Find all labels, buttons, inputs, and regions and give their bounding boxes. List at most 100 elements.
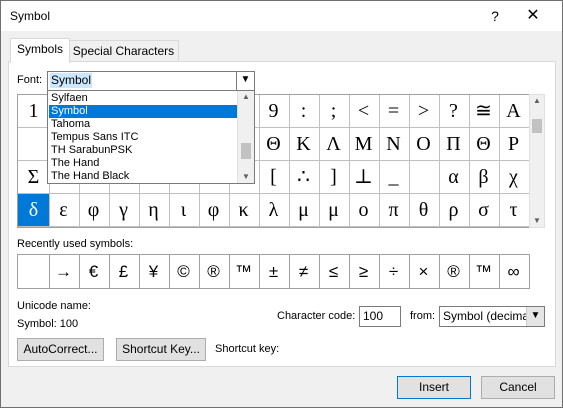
recent-symbol-cell[interactable]: ™ (468, 255, 500, 288)
font-list-item[interactable]: Sylfaen (49, 92, 239, 105)
symbol-cell[interactable]: σ (468, 194, 500, 227)
help-button[interactable]: ? (485, 6, 505, 26)
symbol-cell[interactable]: μ (318, 194, 350, 227)
symbol-cell[interactable]: ⊥ (348, 161, 380, 194)
symbol-cell[interactable]: Ρ (498, 128, 530, 161)
symbol-cell[interactable]: λ (258, 194, 290, 227)
recent-symbol-cell[interactable]: → (48, 255, 80, 288)
symbol-cell[interactable]: η (138, 194, 170, 227)
recently-used-label: Recently used symbols: (17, 238, 134, 250)
character-code-input[interactable]: 100 (359, 306, 401, 327)
recent-symbols: → € £ ¥ © ® ™ ± ≠ ≤ ≥ ÷ × ® ™ ∞ (17, 254, 530, 289)
grid-scrollbar[interactable]: ▲ ▼ (529, 94, 545, 228)
symbol-cell[interactable]: χ (498, 161, 530, 194)
autocorrect-button[interactable]: AutoCorrect... (17, 338, 104, 361)
symbol-cell[interactable]: γ (108, 194, 140, 227)
tab-special-characters[interactable]: Special Characters (68, 40, 179, 62)
recent-symbol-cell[interactable]: ≠ (288, 255, 320, 288)
symbol-cell[interactable]: φ (78, 194, 110, 227)
symbol-cell[interactable]: ; (318, 95, 350, 128)
recent-symbol-cell[interactable]: ¥ (138, 255, 170, 288)
font-list-item[interactable]: The Hand (49, 157, 239, 170)
symbol-cell[interactable]: 1 (18, 95, 50, 128)
symbol-cell[interactable]: τ (498, 194, 530, 227)
symbol-cell[interactable] (18, 128, 50, 161)
scroll-thumb[interactable] (241, 143, 251, 159)
symbol-cell[interactable]: ] (318, 161, 350, 194)
symbol-cell[interactable] (408, 161, 440, 194)
from-select[interactable]: Symbol (decimal) ▼ (439, 306, 545, 327)
symbol-cell[interactable]: κ (228, 194, 260, 227)
scroll-up-icon[interactable]: ▲ (238, 91, 254, 103)
symbol-cell[interactable]: Θ (468, 128, 500, 161)
symbol-cell[interactable]: δ (18, 194, 50, 227)
symbol-cell[interactable]: ? (438, 95, 470, 128)
symbol-cell[interactable]: φ (198, 194, 230, 227)
symbol-cell[interactable]: Ν (378, 128, 410, 161)
symbol-cell[interactable]: π (378, 194, 410, 227)
scroll-down-icon[interactable]: ▼ (530, 215, 544, 227)
symbol-cell[interactable]: _ (378, 161, 410, 194)
recent-symbol-cell[interactable]: ≥ (348, 255, 380, 288)
tab-special-characters-label: Special Characters (72, 44, 175, 58)
recent-symbol-cell[interactable] (18, 255, 50, 288)
scroll-up-icon[interactable]: ▲ (530, 95, 544, 107)
from-label: from: (410, 310, 436, 322)
shortcut-key-button[interactable]: Shortcut Key... (116, 338, 206, 361)
symbol-cell[interactable]: β (468, 161, 500, 194)
symbol-cell[interactable]: α (438, 161, 470, 194)
symbol-cell[interactable]: > (408, 95, 440, 128)
recent-symbol-cell[interactable]: ® (438, 255, 470, 288)
font-list-item[interactable]: Symbol (49, 105, 239, 118)
symbol-cell[interactable]: Σ (18, 161, 50, 194)
symbol-cell[interactable]: = (378, 95, 410, 128)
symbol-cell[interactable]: Θ (258, 128, 290, 161)
scroll-thumb[interactable] (532, 119, 542, 133)
tab-symbols-label: Symbols (16, 42, 63, 56)
symbol-cell[interactable]: 9 (258, 95, 290, 128)
symbol-cell[interactable]: θ (408, 194, 440, 227)
window-title: Symbol (10, 9, 51, 23)
recent-symbol-cell[interactable]: ∞ (498, 255, 529, 288)
symbol-cell[interactable]: Ο (408, 128, 440, 161)
symbol-cell[interactable]: Κ (288, 128, 320, 161)
symbol-cell[interactable]: : (288, 95, 320, 128)
insert-button[interactable]: Insert (397, 376, 471, 399)
recent-symbol-cell[interactable]: ≤ (318, 255, 350, 288)
symbol-cell[interactable]: ε (48, 194, 80, 227)
font-list-scrollbar[interactable]: ▲ ▼ (237, 91, 254, 183)
recent-symbol-cell[interactable]: £ (108, 255, 140, 288)
font-list-item[interactable]: TH SarabunPSK (49, 144, 239, 157)
symbol-cell[interactable]: μ (288, 194, 320, 227)
font-list-item[interactable]: Tahoma (49, 118, 239, 131)
close-button[interactable]: ✕ (521, 6, 545, 26)
font-list-item[interactable]: The Hand Black (49, 170, 239, 183)
symbol-cell[interactable]: ∴ (288, 161, 320, 194)
symbol-cell[interactable]: [ (258, 161, 290, 194)
font-list-item[interactable]: Tempus Sans ITC (49, 131, 239, 144)
symbol-cell[interactable]: ο (348, 194, 380, 227)
symbol-cell[interactable]: ≅ (468, 95, 500, 128)
recent-symbol-cell[interactable]: © (168, 255, 200, 288)
unicode-name-label: Unicode name: (17, 300, 91, 312)
recent-symbol-cell[interactable]: € (78, 255, 110, 288)
symbol-cell[interactable]: Π (438, 128, 470, 161)
symbol-cell[interactable]: < (348, 95, 380, 128)
chevron-down-icon[interactable]: ▼ (526, 307, 544, 326)
unicode-name-value: Symbol: 100 (17, 318, 79, 330)
symbol-cell[interactable]: ι (168, 194, 200, 227)
scroll-down-icon[interactable]: ▼ (238, 171, 254, 183)
recent-symbol-cell[interactable]: ® (198, 255, 230, 288)
cancel-button[interactable]: Cancel (481, 376, 555, 399)
recent-symbol-cell[interactable]: ± (258, 255, 290, 288)
tab-symbols[interactable]: Symbols (10, 38, 70, 63)
recent-symbol-cell[interactable]: ÷ (378, 255, 410, 288)
symbol-cell[interactable]: Λ (318, 128, 350, 161)
recent-symbol-cell[interactable]: × (408, 255, 440, 288)
recent-symbol-cell[interactable]: ™ (228, 255, 260, 288)
symbol-cell[interactable]: ρ (438, 194, 470, 227)
symbol-cell[interactable]: Α (498, 95, 530, 128)
font-combobox[interactable]: Symbol ▼ (47, 71, 255, 91)
chevron-down-icon[interactable]: ▼ (236, 72, 254, 90)
symbol-cell[interactable]: Μ (348, 128, 380, 161)
